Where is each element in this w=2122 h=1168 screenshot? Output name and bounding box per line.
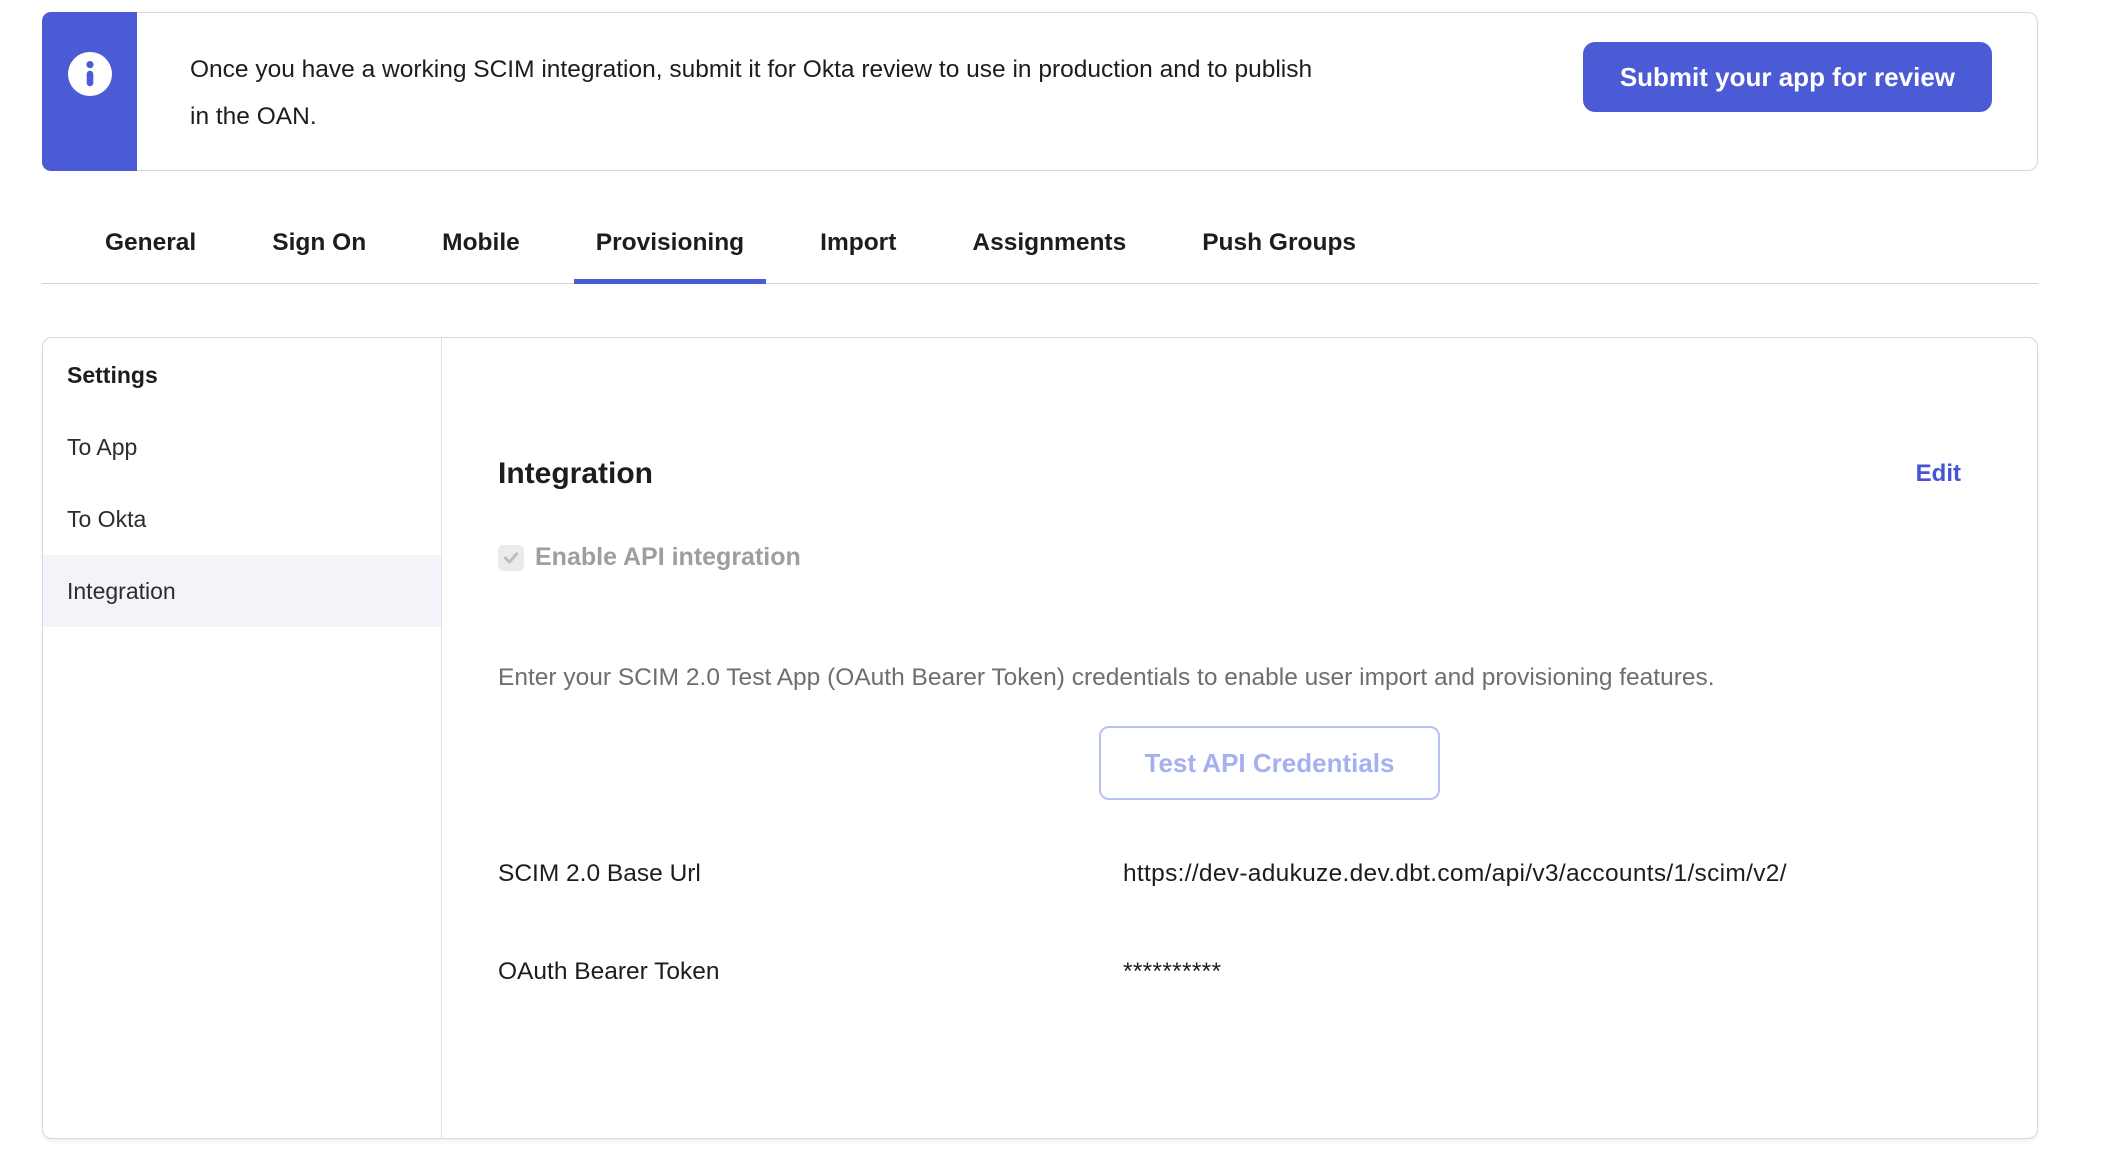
enable-api-integration-row: Enable API integration <box>498 543 1961 572</box>
field-row-oauth-bearer-token: OAuth Bearer Token ********** <box>498 958 1961 986</box>
field-row-scim-base-url: SCIM 2.0 Base Url https://dev-adukuze.de… <box>498 860 1961 888</box>
info-banner: Once you have a working SCIM integration… <box>42 12 2038 171</box>
section-title: Integration <box>498 457 653 491</box>
sidebar-item-integration[interactable]: Integration <box>43 555 441 627</box>
checkmark-icon <box>502 549 520 567</box>
credentials-description: Enter your SCIM 2.0 Test App (OAuth Bear… <box>498 664 1961 692</box>
tab-bar: General Sign On Mobile Provisioning Impo… <box>42 229 2038 284</box>
enable-api-integration-checkbox[interactable] <box>498 545 524 571</box>
scim-base-url-value: https://dev-adukuze.dev.dbt.com/api/v3/a… <box>1123 860 1787 888</box>
sidebar-header: Settings <box>43 339 441 411</box>
tab-general[interactable]: General <box>83 229 218 284</box>
test-api-credentials-button[interactable]: Test API Credentials <box>1099 726 1441 800</box>
tab-sign-on[interactable]: Sign On <box>250 229 388 284</box>
sidebar-item-to-app[interactable]: To App <box>43 411 441 483</box>
enable-api-integration-label: Enable API integration <box>535 543 801 572</box>
scim-base-url-label: SCIM 2.0 Base Url <box>498 860 1123 888</box>
oauth-bearer-token-label: OAuth Bearer Token <box>498 958 1123 986</box>
page-content: Once you have a working SCIM integration… <box>42 12 2038 1139</box>
info-icon-block <box>42 12 137 171</box>
sidebar-item-to-okta[interactable]: To Okta <box>43 483 441 555</box>
integration-header: Integration Edit <box>498 457 1961 491</box>
test-credentials-row: Test API Credentials <box>498 726 1961 800</box>
submit-app-for-review-button[interactable]: Submit your app for review <box>1583 42 1992 112</box>
banner-message: Once you have a working SCIM integration… <box>137 13 1772 170</box>
oauth-bearer-token-value: ********** <box>1123 958 1221 986</box>
tab-provisioning[interactable]: Provisioning <box>574 229 766 284</box>
settings-sidebar: Settings To App To Okta Integration <box>43 338 442 1138</box>
provisioning-card: Settings To App To Okta Integration Inte… <box>42 337 2038 1139</box>
banner-message-line: in the OAN. <box>190 93 1312 140</box>
tab-assignments[interactable]: Assignments <box>950 229 1148 284</box>
tab-push-groups[interactable]: Push Groups <box>1180 229 1378 284</box>
edit-link[interactable]: Edit <box>1916 460 1961 488</box>
integration-panel: Integration Edit Enable API integration … <box>442 338 2037 1138</box>
tab-import[interactable]: Import <box>798 229 918 284</box>
tab-mobile[interactable]: Mobile <box>420 229 542 284</box>
info-icon <box>68 52 112 101</box>
banner-message-line: Once you have a working SCIM integration… <box>190 46 1312 93</box>
